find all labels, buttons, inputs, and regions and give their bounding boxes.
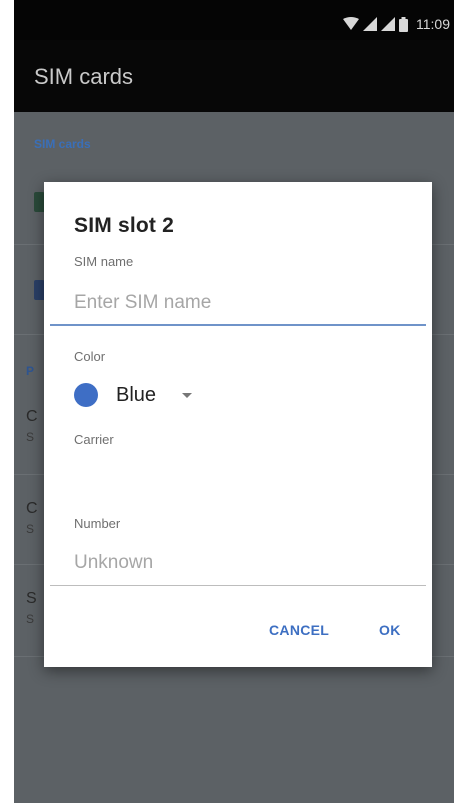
battery-icon — [399, 16, 408, 32]
status-icons: 11:09 — [343, 14, 450, 34]
page-title: SIM cards — [34, 64, 134, 89]
signal-icon — [381, 17, 395, 31]
list-item-letter: S — [26, 590, 37, 607]
app-toolbar: SIM cards — [14, 40, 454, 112]
preferred-section-letter: P — [26, 364, 35, 378]
list-item-letter: S — [26, 522, 35, 536]
color-label: Color — [74, 349, 106, 364]
list-item-letter: S — [26, 430, 35, 444]
chevron-down-icon — [182, 392, 193, 398]
wifi-icon — [343, 17, 359, 30]
sim-name-input[interactable] — [50, 282, 426, 326]
ok-button[interactable]: OK — [379, 622, 401, 638]
list-item-letter: C — [26, 408, 38, 425]
carrier-label: Carrier — [74, 432, 114, 447]
color-value: Blue — [116, 383, 157, 406]
section-title-sim-cards: SIM cards — [34, 137, 91, 151]
color-swatch — [74, 383, 98, 407]
list-item-letter: S — [26, 612, 35, 626]
sim-name-label: SIM name — [74, 254, 134, 269]
status-time: 11:09 — [416, 16, 450, 32]
number-underline — [50, 585, 426, 586]
list-item-letter: C — [26, 500, 38, 517]
number-label: Number — [74, 516, 121, 531]
device-screen: 11:09 SIM cards SIM cards P C S C S S S … — [14, 0, 454, 803]
signal-icon — [363, 17, 377, 31]
cancel-button[interactable]: CANCEL — [269, 622, 329, 638]
color-select[interactable]: Blue — [74, 378, 234, 412]
number-value: Unknown — [74, 552, 154, 573]
dialog-title: SIM slot 2 — [74, 214, 175, 237]
sim-slot-dialog: SIM slot 2 SIM name Color Blue Carrier N… — [44, 182, 432, 667]
status-bar: 11:09 — [14, 0, 454, 40]
